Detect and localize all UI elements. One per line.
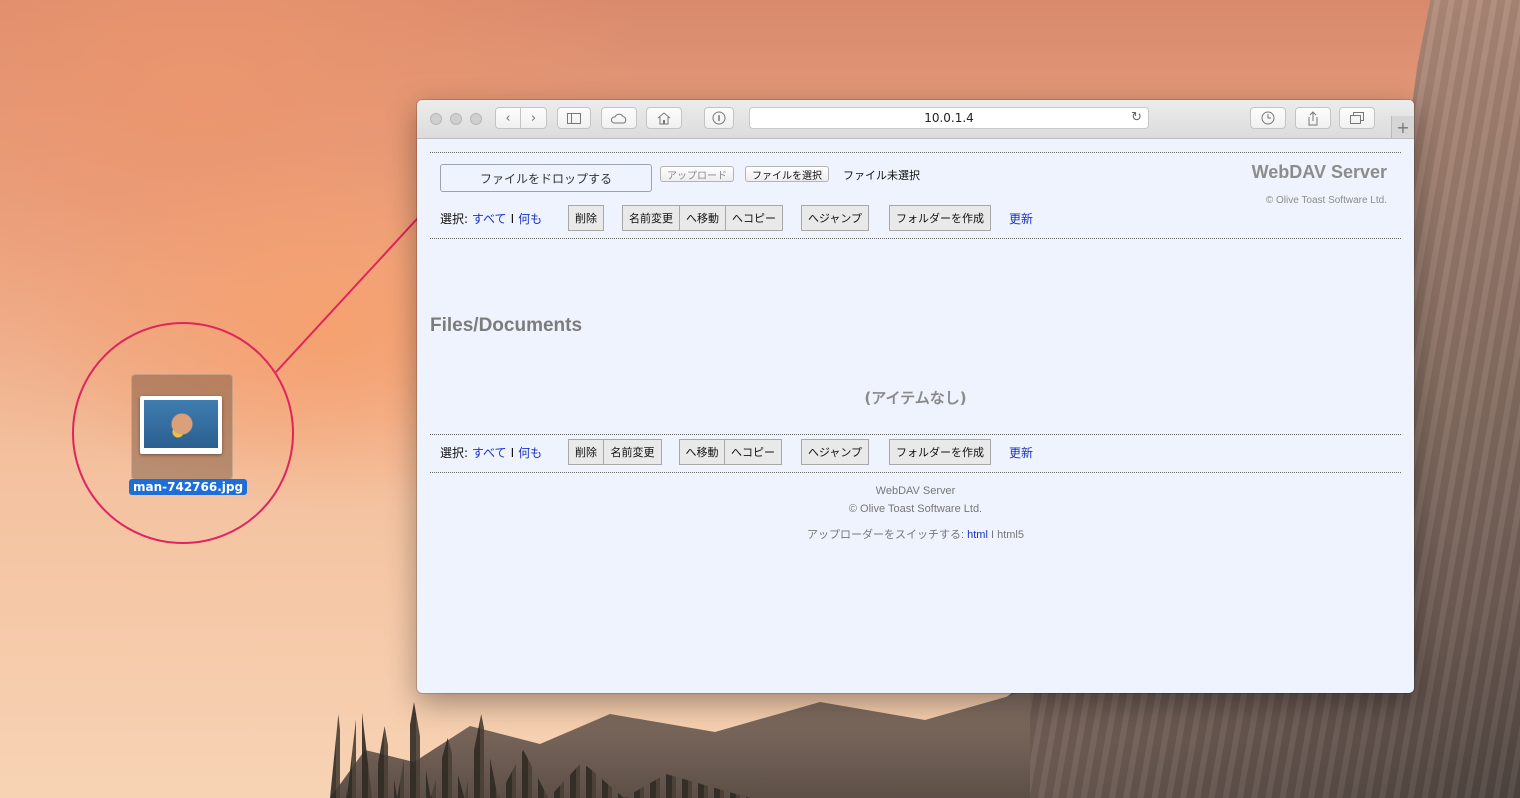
address-bar[interactable]: 10.0.1.4 ↻: [749, 107, 1149, 129]
desktop-file-label[interactable]: man-742766.jpg: [129, 479, 248, 495]
new-tab-button[interactable]: +: [1391, 116, 1414, 138]
back-icon[interactable]: ‹: [495, 107, 521, 129]
switch-label: アップローダーをスイッチする:: [807, 529, 965, 541]
empty-folder-message: (アイテムなし): [864, 389, 967, 407]
copy-button[interactable]: へコピー: [725, 439, 782, 465]
tabs-glyph-icon: [1350, 111, 1364, 124]
photo-preview-icon: [144, 400, 218, 448]
minimize-window-icon[interactable]: [450, 113, 462, 125]
reload-icon[interactable]: ↻: [1131, 110, 1142, 125]
sidebar-glyph-icon: [567, 112, 581, 124]
select-all-link[interactable]: すべて: [472, 212, 507, 226]
move-button[interactable]: へ移動: [680, 205, 726, 231]
share-icon[interactable]: [1295, 107, 1331, 129]
reader-info-icon[interactable]: [704, 107, 734, 129]
jump-button[interactable]: へジャンプ: [801, 205, 869, 231]
browser-toolbar: ‹ › 10.0.1.4 ↻ +: [417, 100, 1414, 139]
divider-list-end: [430, 434, 1401, 435]
brand-copyright: © Olive Toast Software Ltd.: [1265, 195, 1387, 206]
divider-footer: [430, 472, 1401, 473]
sidebar-icon[interactable]: [557, 107, 591, 129]
no-file-selected-text: ファイル未選択: [843, 169, 920, 182]
switch-separator: I: [990, 529, 995, 541]
brand-title: WebDAV Server: [1251, 162, 1387, 182]
select-label: 選択:: [440, 212, 469, 226]
rename-button[interactable]: 名前変更: [622, 205, 680, 231]
select-label: 選択:: [440, 446, 469, 460]
share-arrow-icon: [1308, 110, 1318, 125]
copy-button[interactable]: へコピー: [726, 205, 783, 231]
clock-icon: [1261, 111, 1275, 125]
home-icon[interactable]: [646, 107, 682, 129]
folder-path-title: Files/Documents: [430, 315, 583, 336]
select-none-link[interactable]: 何も: [518, 212, 542, 226]
html5-uploader-text: html5: [997, 529, 1024, 541]
desktop-file-icon[interactable]: [131, 374, 233, 480]
rename-button[interactable]: 名前変更: [604, 439, 662, 465]
drag-arrow-line: [275, 193, 441, 373]
upload-button[interactable]: アップロード: [660, 166, 734, 182]
delete-button[interactable]: 削除: [568, 439, 604, 465]
browser-window: ‹ › 10.0.1.4 ↻ + ファイルをドロップする アップロード ファイル…: [417, 100, 1414, 693]
choose-file-button[interactable]: ファイルを選択: [745, 166, 829, 182]
select-all-link[interactable]: すべて: [472, 446, 507, 460]
image-thumbnail: [140, 396, 222, 454]
file-drop-zone[interactable]: ファイルをドロップする: [440, 164, 652, 192]
tabs-overview-icon[interactable]: [1339, 107, 1375, 129]
move-button[interactable]: へ移動: [679, 439, 725, 465]
zoom-window-icon[interactable]: [470, 113, 482, 125]
icloud-tabs-icon[interactable]: [601, 107, 637, 129]
separator: I: [510, 446, 515, 460]
select-none-link[interactable]: 何も: [518, 446, 542, 460]
html-uploader-link[interactable]: html: [967, 529, 988, 541]
forward-icon[interactable]: ›: [521, 107, 547, 129]
selection-controls-bottom: 選択: すべて I 何も: [440, 444, 542, 461]
separator: I: [510, 212, 515, 226]
create-folder-button[interactable]: フォルダーを作成: [889, 439, 991, 465]
house-icon: [657, 111, 671, 124]
divider-top: [430, 152, 1401, 153]
create-folder-button[interactable]: フォルダーを作成: [889, 205, 991, 231]
divider-header: [430, 238, 1401, 239]
refresh-link[interactable]: 更新: [1009, 210, 1033, 227]
move-copy-group: へ移動 へコピー: [679, 439, 782, 465]
delete-button[interactable]: 削除: [568, 205, 604, 231]
refresh-link[interactable]: 更新: [1009, 444, 1033, 461]
close-window-icon[interactable]: [430, 113, 442, 125]
cloud-icon: [610, 113, 627, 123]
history-icon[interactable]: [1250, 107, 1286, 129]
desktop: man-742766.jpg ‹ › 10.0.1.4 ↻ + ファイルをドロッ…: [0, 0, 1520, 798]
webdav-page: ファイルをドロップする アップロード ファイルを選択 ファイル未選択 WebDA…: [417, 139, 1414, 693]
delete-rename-group: 削除 名前変更: [568, 439, 662, 465]
jump-button[interactable]: へジャンプ: [801, 439, 869, 465]
footer-copyright: © Olive Toast Software Ltd.: [848, 503, 983, 515]
url-text: 10.0.1.4: [924, 111, 974, 125]
footer-server-name: WebDAV Server: [875, 485, 956, 497]
edit-button-group: 名前変更 へ移動 へコピー: [622, 205, 783, 231]
selection-controls-top: 選択: すべて I 何も: [440, 210, 542, 227]
uploader-switch: アップローダーをスイッチする: html I html5: [417, 526, 1414, 542]
info-circle-icon: [712, 111, 726, 125]
